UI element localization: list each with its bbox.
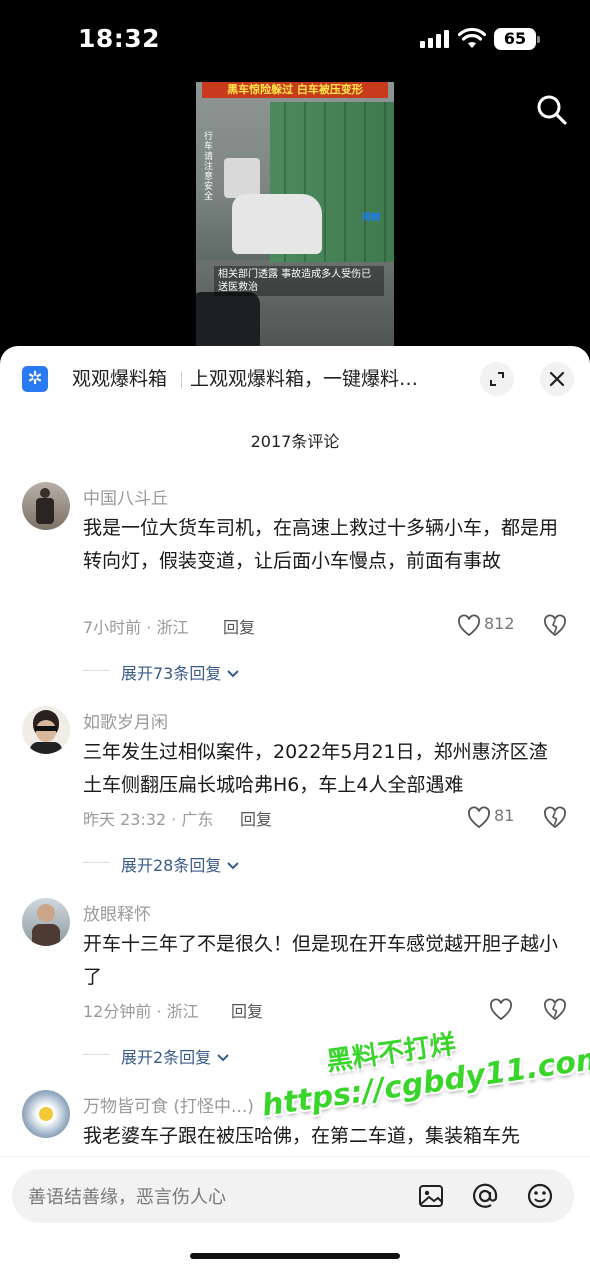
reply-button[interactable]: 回复	[231, 998, 263, 1022]
comment-input[interactable]: 善语结善缘，恶言伤人心	[12, 1169, 574, 1223]
avatar[interactable]	[22, 1090, 70, 1138]
broken-heart-icon[interactable]	[543, 998, 567, 1022]
expand-icon	[490, 372, 504, 386]
status-bar: 18:32 65	[0, 0, 590, 80]
chevron-down-icon	[227, 670, 240, 678]
ad-divider	[181, 372, 182, 388]
expand-replies-label[interactable]: 展开73条回复	[121, 660, 240, 684]
comment-time-location: 昨天 23:32 · 广东	[83, 810, 214, 829]
comment-text: 开车十三年了不是很久！但是现在开车感觉越开胆子越小了	[83, 933, 559, 988]
search-icon[interactable]	[536, 94, 568, 126]
comment-input-bar: 善语结善缘，恶言伤人心	[0, 1156, 590, 1280]
avatar[interactable]	[22, 706, 70, 754]
comment-username[interactable]: 中国八斗丘	[83, 484, 168, 509]
expand-divider	[83, 670, 109, 671]
expand-divider	[83, 1054, 109, 1055]
image-icon[interactable]	[417, 1182, 445, 1210]
ad-banner[interactable]: ✲ 观观爆料箱 上观观爆料箱，一键爆料…	[0, 362, 590, 396]
close-icon	[549, 371, 565, 387]
video-side-text: 行车请注意安全	[204, 132, 214, 202]
watermark-line1: 黑料不打烊	[324, 1029, 458, 1078]
expand-replies-label[interactable]: 展开2条回复	[121, 1044, 230, 1068]
comment-text: 我是一位大货车司机，在高速上救过十多辆小车，都是用转向灯，假装变道，让后面小车慢…	[83, 517, 559, 572]
comment-text: 我老婆车子跟在被压哈佛，在第二车道，集装箱车先	[83, 1125, 521, 1147]
battery-indicator: 65	[494, 28, 540, 50]
comment-username[interactable]: 放眼释怀	[83, 900, 151, 925]
video-player[interactable]: 黑车惊险躲过 白车被压变形 行车请注意安全 视频 相关部门透露 事故造成多人受伤…	[196, 82, 394, 350]
comment-username[interactable]: 如歌岁月闲	[83, 708, 168, 733]
reply-button[interactable]: 回复	[223, 614, 255, 638]
app-logo-icon: ✲	[22, 366, 48, 392]
status-time: 18:32	[78, 24, 161, 53]
home-indicator[interactable]	[190, 1253, 400, 1259]
video-banner: 黑车惊险躲过 白车被压变形	[202, 82, 388, 98]
video-logo: 视频	[362, 213, 381, 223]
at-icon[interactable]	[471, 1182, 499, 1210]
comment-time-location: 7小时前 · 浙江	[83, 618, 189, 637]
expand-button[interactable]	[480, 362, 514, 396]
heart-icon[interactable]	[457, 614, 481, 638]
heart-icon[interactable]	[467, 806, 491, 830]
broken-heart-icon[interactable]	[543, 806, 567, 830]
cellular-signal-icon	[420, 30, 450, 48]
video-dark-car	[196, 292, 260, 350]
reply-button[interactable]: 回复	[240, 806, 272, 830]
ad-text[interactable]: 上观观爆料箱，一键爆料…	[190, 366, 450, 392]
comment-sheet: ✲ 观观爆料箱 上观观爆料箱，一键爆料… 2017条评论 中国八斗丘 我是一位大…	[0, 346, 590, 1280]
close-button[interactable]	[540, 362, 574, 396]
broken-heart-icon[interactable]	[543, 614, 567, 638]
emoji-icon[interactable]	[526, 1182, 554, 1210]
comment-time-location: 12分钟前 · 浙江	[83, 1002, 199, 1021]
avatar[interactable]	[22, 482, 70, 530]
chevron-down-icon	[217, 1054, 229, 1062]
expand-replies-label[interactable]: 展开28条回复	[121, 852, 240, 876]
like-count: 81	[494, 806, 515, 825]
comment-username[interactable]: 万物皆可食 (打怪中...)	[83, 1092, 254, 1117]
comment-count: 2017条评论	[250, 432, 340, 451]
chevron-down-icon	[227, 862, 240, 870]
wifi-icon	[458, 27, 486, 48]
expand-divider	[83, 862, 109, 863]
video-crushed-car	[232, 194, 322, 254]
video-caption: 相关部门透露 事故造成多人受伤已送医救治	[214, 266, 384, 296]
comment-input-placeholder: 善语结善缘，恶言伤人心	[28, 1187, 226, 1208]
like-count: 812	[484, 614, 515, 633]
heart-icon[interactable]	[489, 998, 513, 1022]
watermark-line2: https://cgbdy11.com	[259, 1040, 590, 1124]
ad-app-name[interactable]: 观观爆料箱	[72, 366, 167, 392]
avatar[interactable]	[22, 898, 70, 946]
comment-text: 三年发生过相似案件，2022年5月21日，郑州惠济区渣土车侧翻压扁长城哈弗H6，…	[83, 741, 548, 796]
video-car-far	[224, 158, 260, 198]
